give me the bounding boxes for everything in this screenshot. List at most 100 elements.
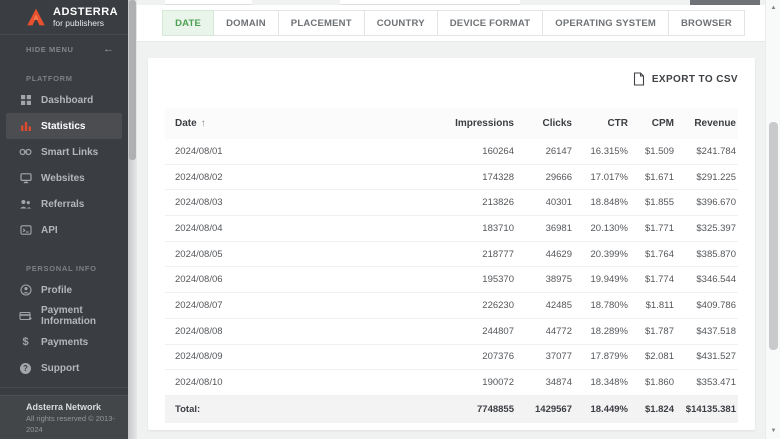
sidebar-item-api[interactable]: API: [6, 217, 122, 243]
scroll-up-icon[interactable]: ▲: [766, 2, 780, 14]
cell-cpm: $1.764: [628, 249, 674, 260]
total-impressions: 7748855: [419, 404, 514, 415]
cell-ctr: 18.289%: [572, 326, 628, 337]
sidebar-item-label: Dashboard: [41, 95, 93, 106]
cell-date: 2024/08/03: [165, 197, 419, 208]
total-clicks: 1429567: [514, 404, 572, 415]
cell-date: 2024/08/04: [165, 223, 419, 234]
scroll-down-icon[interactable]: ▼: [766, 425, 780, 437]
personal-info-section-label: PERSONAL INFO: [0, 251, 128, 273]
table-row: 2024/08/03 213826 40301 18.848% $1.855 $…: [165, 190, 738, 216]
logo-title: ADSTERRA: [53, 7, 118, 18]
cell-impressions: 218777: [419, 249, 514, 260]
sidebar-item-payment-information[interactable]: Payment Information: [6, 303, 122, 329]
footer-network-title: Adsterra Network: [26, 401, 128, 413]
cell-clicks: 37077: [514, 351, 572, 362]
column-header-revenue[interactable]: Revenue: [674, 118, 738, 129]
sidebar-item-label: Payments: [41, 337, 88, 348]
cell-impressions: 195370: [419, 274, 514, 285]
cell-revenue: $353.471: [674, 377, 738, 388]
sidebar-item-referrals[interactable]: Referrals: [6, 191, 122, 217]
sidebar-item-statistics[interactable]: Statistics: [6, 113, 122, 139]
cell-revenue: $431.527: [674, 351, 738, 362]
cell-impressions: 226230: [419, 300, 514, 311]
cell-revenue: $291.225: [674, 172, 738, 183]
tab-date[interactable]: DATE: [162, 10, 214, 36]
cell-ctr: 17.017%: [572, 172, 628, 183]
table-row: 2024/08/04 183710 36981 20.130% $1.771 $…: [165, 216, 738, 242]
table-row: 2024/08/05 218777 44629 20.399% $1.764 $…: [165, 242, 738, 268]
vertical-scrollbar[interactable]: ▲ ▼: [765, 0, 780, 439]
table-row: 2024/08/09 207376 37077 17.879% $2.081 $…: [165, 345, 738, 371]
dashboard-icon: [19, 94, 32, 107]
cell-revenue: $409.786: [674, 300, 738, 311]
cell-impressions: 174328: [419, 172, 514, 183]
sidebar-footer: Adsterra Network All rights reserved © 2…: [0, 395, 128, 439]
cell-impressions: 207376: [419, 351, 514, 362]
dollar-icon: $: [19, 336, 32, 349]
people-icon: [19, 198, 32, 211]
cell-revenue: $346.544: [674, 274, 738, 285]
cell-revenue: $385.870: [674, 249, 738, 260]
column-header-impressions[interactable]: Impressions: [419, 118, 514, 129]
adsterra-logo-icon: [26, 7, 46, 27]
column-header-cpm[interactable]: CPM: [628, 118, 674, 129]
logo-subtitle: for publishers: [53, 18, 118, 28]
hide-menu-button[interactable]: HIDE MENU ←: [0, 37, 128, 61]
cell-cpm: $1.509: [628, 146, 674, 157]
statistics-table: Date↑ Impressions Clicks CTR CPM Revenue…: [165, 108, 738, 423]
credit-card-icon: [19, 310, 32, 323]
scrollbar-thumb[interactable]: [769, 122, 778, 350]
cell-clicks: 26147: [514, 146, 572, 157]
sidebar-scrollbar[interactable]: [128, 0, 137, 439]
cell-date: 2024/08/07: [165, 300, 419, 311]
cell-date: 2024/08/02: [165, 172, 419, 183]
tab-device-format[interactable]: DEVICE FORMAT: [437, 10, 544, 36]
cell-date: 2024/08/01: [165, 146, 419, 157]
cell-clicks: 44629: [514, 249, 572, 260]
cell-ctr: 20.130%: [572, 223, 628, 234]
footer-copyright: All rights reserved © 2013-2024: [26, 413, 128, 435]
arrow-left-icon: ←: [103, 43, 114, 55]
cell-date: 2024/08/05: [165, 249, 419, 260]
sidebar-item-smart-links[interactable]: Smart Links: [6, 139, 122, 165]
sidebar-item-label: Payment Information: [41, 305, 114, 327]
tab-domain[interactable]: DOMAIN: [213, 10, 279, 36]
cell-ctr: 18.848%: [572, 197, 628, 208]
cell-clicks: 34874: [514, 377, 572, 388]
sidebar-item-label: Referrals: [41, 199, 84, 210]
cell-impressions: 190072: [419, 377, 514, 388]
cell-revenue: $437.518: [674, 326, 738, 337]
table-header-row: Date↑ Impressions Clicks CTR CPM Revenue: [165, 108, 738, 139]
sidebar-item-payments[interactable]: $ Payments: [6, 329, 122, 355]
adsterra-app: ADSTERRA for publishers HIDE MENU ← PLAT…: [0, 0, 780, 439]
sidebar-item-label: Profile: [41, 285, 72, 296]
column-header-date[interactable]: Date↑: [165, 118, 419, 129]
sidebar-item-support[interactable]: ? Support: [6, 355, 122, 381]
tab-browser[interactable]: BROWSER: [668, 10, 745, 36]
group-by-tabs: DATE DOMAIN PLACEMENT COUNTRY DEVICE FOR…: [163, 10, 745, 36]
sidebar-item-label: Smart Links: [41, 147, 98, 158]
sidebar-item-label: Statistics: [41, 121, 85, 132]
sidebar-item-websites[interactable]: Websites: [6, 165, 122, 191]
sidebar-scrollbar-thumb[interactable]: [129, 0, 136, 160]
sidebar-item-dashboard[interactable]: Dashboard: [6, 87, 122, 113]
adsterra-logo[interactable]: ADSTERRA for publishers: [0, 0, 128, 34]
tab-operating-system[interactable]: OPERATING SYSTEM: [542, 10, 669, 36]
statistics-icon: [19, 120, 32, 133]
sidebar-item-profile[interactable]: Profile: [6, 277, 122, 303]
cell-ctr: 18.348%: [572, 377, 628, 388]
tab-country[interactable]: COUNTRY: [364, 10, 438, 36]
total-revenue: $14135.381: [674, 404, 738, 415]
export-to-csv-button[interactable]: EXPORT TO CSV: [633, 72, 738, 86]
cell-ctr: 17.879%: [572, 351, 628, 362]
sidebar: ADSTERRA for publishers HIDE MENU ← PLAT…: [0, 0, 128, 439]
cell-cpm: $1.855: [628, 197, 674, 208]
tab-placement[interactable]: PLACEMENT: [278, 10, 365, 36]
table-total-row: Total: 7748855 1429567 18.449% $1.824 $1…: [165, 396, 738, 423]
column-header-ctr[interactable]: CTR: [572, 118, 628, 129]
column-header-clicks[interactable]: Clicks: [514, 118, 572, 129]
cell-ctr: 19.949%: [572, 274, 628, 285]
total-ctr: 18.449%: [572, 404, 628, 415]
cell-clicks: 42485: [514, 300, 572, 311]
